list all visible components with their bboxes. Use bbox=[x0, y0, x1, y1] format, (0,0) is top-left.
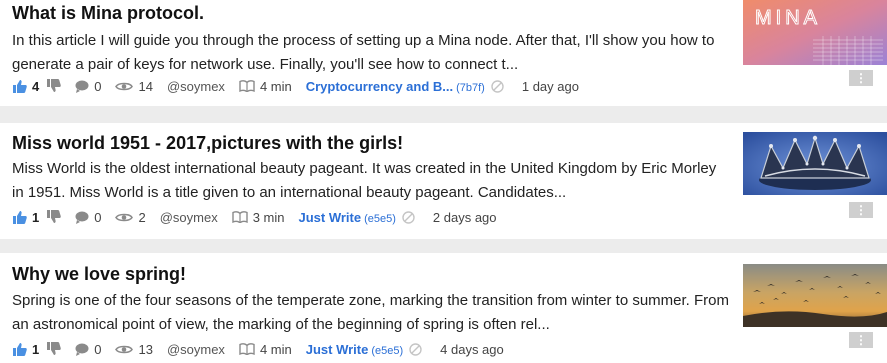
category-link[interactable]: Cryptocurrency and B... (7b7f) bbox=[306, 79, 485, 94]
author-link[interactable]: @soymex bbox=[167, 342, 225, 357]
thumbs-up-icon[interactable] bbox=[12, 79, 27, 93]
post-card: Why we love spring! Spring is one of the… bbox=[0, 253, 887, 363]
post-menu-button[interactable]: ⋮ bbox=[849, 70, 873, 86]
post-menu-button[interactable]: ⋮ bbox=[849, 202, 873, 218]
book-icon bbox=[232, 211, 248, 223]
comment-icon bbox=[75, 211, 89, 224]
category-name: Cryptocurrency and B... bbox=[305, 78, 454, 94]
category-link[interactable]: Just Write (e5e5) bbox=[299, 210, 396, 225]
eye-icon bbox=[115, 212, 134, 223]
comment-count: 0 bbox=[94, 341, 102, 357]
comment-group[interactable]: 0 bbox=[75, 79, 101, 94]
category-link[interactable]: Just Write (e5e5) bbox=[306, 342, 403, 357]
comment-icon bbox=[75, 80, 89, 93]
ban-icon[interactable] bbox=[491, 79, 504, 93]
post-menu-button[interactable]: ⋮ bbox=[849, 332, 873, 348]
category-code: (e5e5) bbox=[364, 212, 396, 225]
read-time-group: 4 min bbox=[239, 79, 292, 94]
category-name: Just Write bbox=[298, 209, 362, 225]
post-meta: 4 0 14 @soymex 4 min Cryptocurrency and … bbox=[12, 76, 579, 96]
read-time: 3 min bbox=[252, 209, 285, 225]
book-icon bbox=[239, 343, 255, 355]
category-code: (e5e5) bbox=[371, 344, 404, 357]
like-count: 1 bbox=[32, 341, 40, 357]
category-name: Just Write bbox=[305, 341, 369, 357]
post-thumbnail[interactable] bbox=[743, 132, 887, 195]
post-excerpt[interactable]: Miss World is the oldest international b… bbox=[12, 157, 732, 205]
thumb-logo-text: MINA bbox=[755, 7, 821, 29]
post-card: What is Mina protocol. In this article I… bbox=[0, 0, 887, 106]
views-group: 14 bbox=[115, 78, 153, 94]
comment-group[interactable]: 0 bbox=[75, 342, 101, 357]
post-thumbnail[interactable]: MINA bbox=[743, 0, 887, 65]
eye-icon bbox=[115, 344, 134, 355]
post-card: Miss world 1951 - 2017,pictures with the… bbox=[0, 123, 887, 239]
thumbs-down-icon[interactable] bbox=[46, 210, 62, 224]
views-group: 2 bbox=[115, 209, 146, 225]
read-time: 4 min bbox=[259, 78, 292, 94]
post-age: 2 days ago bbox=[432, 209, 497, 225]
ban-icon[interactable] bbox=[409, 342, 422, 356]
like-count: 4 bbox=[32, 78, 40, 94]
post-age: 4 days ago bbox=[440, 341, 504, 357]
post-excerpt[interactable]: In this article I will guide you through… bbox=[12, 29, 732, 77]
thumbs-down-icon[interactable] bbox=[46, 342, 62, 356]
post-title[interactable]: Miss world 1951 - 2017,pictures with the… bbox=[12, 133, 403, 154]
thumbs-up-icon[interactable] bbox=[12, 210, 27, 224]
post-title[interactable]: What is Mina protocol. bbox=[12, 3, 204, 24]
view-count: 14 bbox=[138, 78, 153, 94]
thumbs-up-icon[interactable] bbox=[12, 342, 27, 356]
like-count: 1 bbox=[32, 209, 40, 225]
post-thumbnail[interactable] bbox=[743, 264, 887, 327]
eye-icon bbox=[115, 81, 134, 92]
comment-count: 0 bbox=[94, 78, 102, 94]
read-time-group: 3 min bbox=[232, 210, 285, 225]
category-code: (7b7f) bbox=[456, 81, 485, 94]
post-age: 1 day ago bbox=[521, 78, 579, 94]
author-link[interactable]: @soymex bbox=[160, 210, 218, 225]
post-meta: 1 0 2 @soymex 3 min Just Write (e5e5) 2 … bbox=[12, 207, 497, 227]
ban-icon[interactable] bbox=[402, 210, 415, 224]
comment-icon bbox=[75, 343, 89, 356]
views-group: 13 bbox=[115, 341, 153, 357]
read-time-group: 4 min bbox=[239, 342, 292, 357]
view-count: 13 bbox=[138, 341, 153, 357]
comment-group[interactable]: 0 bbox=[75, 210, 101, 225]
comment-count: 0 bbox=[94, 209, 102, 225]
author-link[interactable]: @soymex bbox=[167, 79, 225, 94]
view-count: 2 bbox=[138, 209, 146, 225]
book-icon bbox=[239, 80, 255, 92]
thumbs-down-icon[interactable] bbox=[46, 79, 62, 93]
post-title[interactable]: Why we love spring! bbox=[12, 264, 186, 285]
post-excerpt[interactable]: Spring is one of the four seasons of the… bbox=[12, 289, 732, 337]
post-meta: 1 0 13 @soymex 4 min Just Write (e5e5) 4… bbox=[12, 339, 504, 359]
read-time: 4 min bbox=[259, 341, 292, 357]
